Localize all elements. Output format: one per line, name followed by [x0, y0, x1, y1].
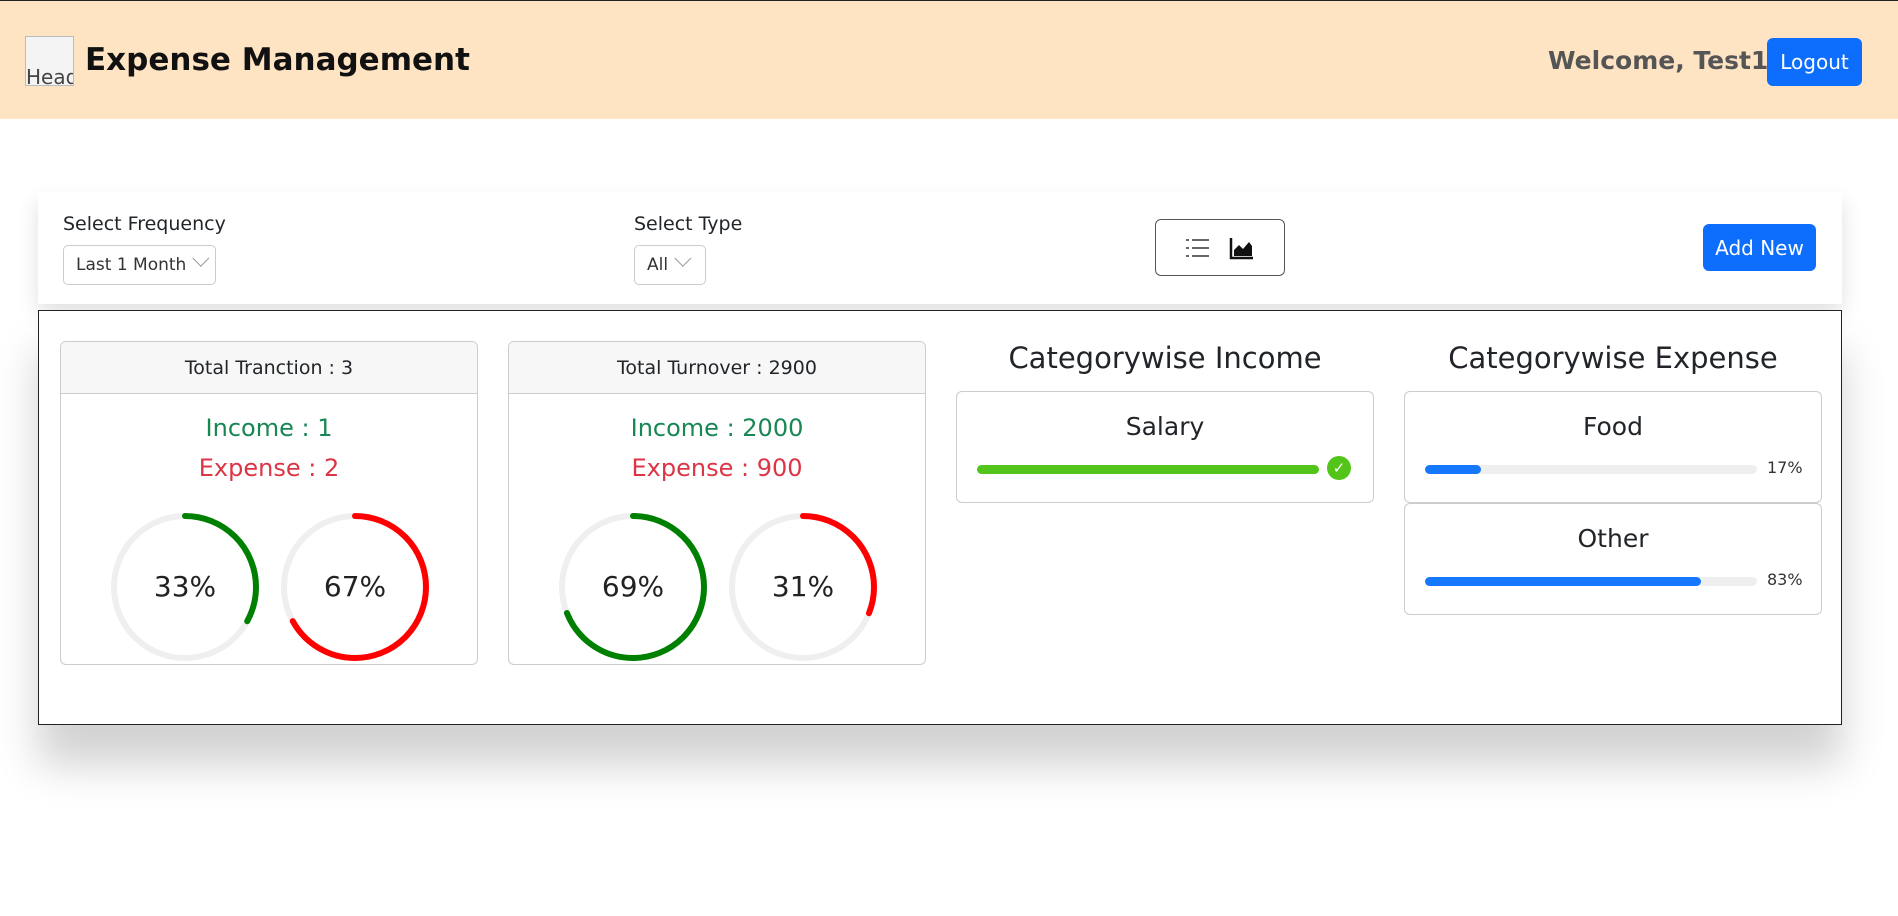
area-chart-icon[interactable] — [1228, 234, 1256, 262]
category-progress-fill — [1425, 577, 1701, 586]
category-card: Food 17% — [1404, 391, 1822, 503]
category-progress-fill — [977, 465, 1319, 474]
type-label: Select Type — [634, 213, 743, 235]
app-title: Expense Management — [85, 42, 470, 78]
total-transactions-card: Total Tranction : 3 Income : 1 Expense :… — [60, 341, 478, 665]
view-toggle — [1155, 219, 1285, 276]
income-ring: 33% — [110, 512, 260, 662]
category-card: Salary ✓ — [956, 391, 1374, 503]
card-header: Total Turnover : 2900 — [509, 342, 925, 394]
expense-ring: 67% — [280, 512, 430, 662]
list-view-icon[interactable] — [1184, 234, 1212, 262]
category-progress — [977, 465, 1319, 474]
expense-percent: 67% — [323, 570, 387, 603]
category-percent: 17% — [1767, 458, 1803, 477]
check-circle-icon: ✓ — [1327, 456, 1351, 480]
total-turnover-card: Total Turnover : 2900 Income : 2000 Expe… — [508, 341, 926, 665]
logout-button[interactable]: Logout — [1767, 38, 1862, 86]
frequency-select[interactable]: Last 1 Month — [63, 245, 216, 285]
income-percent: 69% — [601, 570, 665, 603]
filter-bar: Select Frequency Last 1 Month Select Typ… — [38, 192, 1842, 304]
type-select[interactable]: All — [634, 245, 706, 285]
categorywise-income: Categorywise Income Salary ✓ — [956, 341, 1374, 503]
category-name: Food — [1583, 412, 1643, 441]
category-name: Salary — [1125, 412, 1205, 441]
category-progress — [1425, 465, 1757, 474]
categorywise-income-title: Categorywise Income — [1008, 341, 1322, 375]
chevron-down-icon — [192, 249, 210, 267]
category-name: Other — [1577, 524, 1649, 553]
category-percent: 83% — [1767, 570, 1803, 589]
expense-amount: Expense : 900 — [631, 454, 803, 482]
expense-percent: 31% — [771, 570, 835, 603]
categorywise-expense-title: Categorywise Expense — [1448, 341, 1778, 375]
app-header: Head Expense Management Welcome, Test1 L… — [0, 0, 1898, 119]
type-select-value: All — [647, 255, 669, 275]
income-percent: 33% — [153, 570, 217, 603]
card-header: Total Tranction : 3 — [61, 342, 477, 394]
frequency-select-value: Last 1 Month — [76, 255, 187, 275]
category-progress-fill — [1425, 465, 1482, 474]
expense-ring: 31% — [728, 512, 878, 662]
welcome-text: Welcome, Test1 — [1548, 46, 1769, 75]
logo-image: Head — [25, 36, 74, 86]
categorywise-expense: Categorywise Expense Food 17% Other 83% — [1404, 341, 1822, 615]
add-new-button[interactable]: Add New — [1703, 224, 1816, 271]
analytics-panel: Total Tranction : 3 Income : 1 Expense :… — [38, 310, 1842, 725]
income-ring: 69% — [558, 512, 708, 662]
category-card: Other 83% — [1404, 503, 1822, 615]
income-count: Income : 1 — [205, 414, 333, 442]
expense-count: Expense : 2 — [198, 454, 340, 482]
frequency-label: Select Frequency — [63, 213, 226, 235]
chevron-down-icon — [674, 249, 692, 267]
category-progress — [1425, 577, 1757, 586]
logo-alt-text: Head — [26, 65, 74, 86]
income-amount: Income : 2000 — [630, 414, 804, 442]
